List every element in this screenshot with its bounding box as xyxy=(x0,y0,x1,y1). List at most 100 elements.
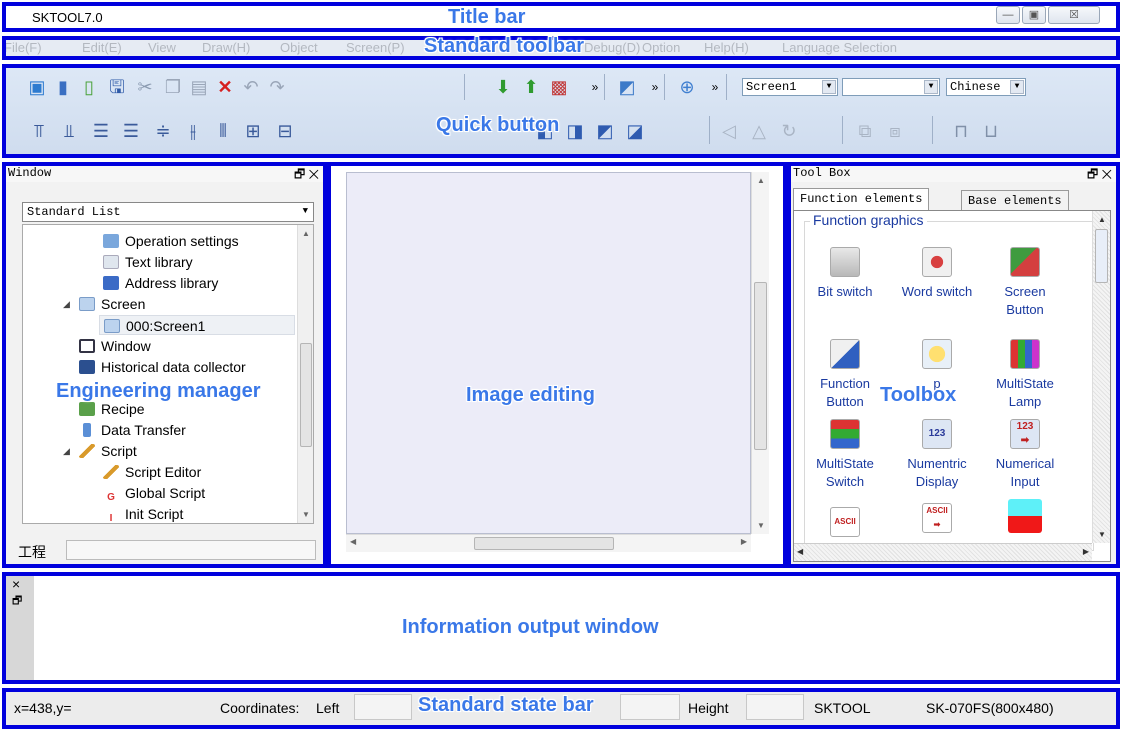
scroll-thumb[interactable] xyxy=(474,537,614,550)
project-tab[interactable]: 工程 xyxy=(18,542,46,562)
expand-icon[interactable]: ◢ xyxy=(63,294,70,314)
center-horizontal-icon[interactable]: ⫲ xyxy=(182,120,204,142)
language-select[interactable]: Chinese ▼ xyxy=(946,78,1026,96)
scroll-thumb[interactable] xyxy=(1095,229,1108,283)
tree-item[interactable]: Operation settings xyxy=(103,231,239,251)
tool-bit-switch[interactable]: Bit switch xyxy=(804,247,886,301)
copy-icon[interactable]: ❐ xyxy=(162,76,184,98)
blank-select[interactable]: ▼ xyxy=(842,78,940,96)
menu-help[interactable]: Help(H) xyxy=(704,40,749,55)
menu-draw[interactable]: Draw(H) xyxy=(202,40,250,55)
tree-scrollbar[interactable]: ▲ ▼ xyxy=(297,225,313,523)
rotate-icon[interactable]: ↻ xyxy=(778,120,800,142)
menu-language[interactable]: Language Selection xyxy=(782,40,897,55)
tool-function-button[interactable]: Function Button xyxy=(804,339,886,411)
toolbox-vscroll[interactable]: ▲ ▼ xyxy=(1092,211,1110,543)
tool-ascii-display[interactable]: ASCII xyxy=(804,507,886,543)
paste-icon[interactable]: ▤ xyxy=(188,76,210,98)
pin-icon[interactable]: 🗗 xyxy=(294,167,305,181)
distribute-h-icon[interactable]: ⫴ xyxy=(212,120,234,142)
close-icon[interactable]: ✕ xyxy=(1102,167,1112,181)
scroll-down-icon[interactable]: ▼ xyxy=(1098,530,1106,539)
tree-item[interactable]: Historical data collector xyxy=(79,357,246,377)
tree-item[interactable]: Text library xyxy=(103,252,193,272)
delete-icon[interactable]: ✕ xyxy=(214,76,236,98)
tool-word-switch[interactable]: Word switch xyxy=(896,247,978,301)
save-icon[interactable]: 🖫 xyxy=(106,76,128,98)
editor-vscroll[interactable]: ▲ ▼ xyxy=(751,172,769,534)
zoom-icon[interactable]: ⊕ xyxy=(676,76,698,98)
tree-item[interactable]: Script Editor xyxy=(103,462,201,482)
group-icon[interactable]: ⧉ xyxy=(854,120,876,142)
scroll-left-icon[interactable]: ◀ xyxy=(350,537,356,546)
menu-edit[interactable]: Edit(E) xyxy=(82,40,122,55)
scroll-up-icon[interactable]: ▲ xyxy=(1098,215,1106,224)
screen-canvas[interactable] xyxy=(346,172,751,534)
ungroup-icon[interactable]: ⧈ xyxy=(884,120,906,142)
tree-item[interactable]: Address library xyxy=(103,273,218,293)
open-icon[interactable]: ▮ xyxy=(52,76,74,98)
tree-item-selected[interactable]: 000:Screen1 xyxy=(99,315,295,335)
new-project-icon[interactable]: ▣ xyxy=(26,76,48,98)
overflow-icon[interactable]: » xyxy=(584,76,606,98)
scroll-thumb[interactable] xyxy=(754,282,767,450)
menu-file[interactable]: File(F) xyxy=(4,40,42,55)
tool-multistate-lamp[interactable]: MultiState Lamp xyxy=(984,339,1066,411)
scroll-thumb[interactable] xyxy=(300,343,312,447)
redo-icon[interactable]: ↷ xyxy=(266,76,288,98)
restore-button[interactable]: ▣ xyxy=(1022,6,1046,24)
menu-view[interactable]: View xyxy=(148,40,176,55)
tree-item[interactable]: Window xyxy=(79,336,151,356)
tree-item[interactable]: ◢ Screen xyxy=(63,294,145,314)
pin-icon[interactable]: 🗗 xyxy=(1087,167,1098,181)
minimize-button[interactable]: — xyxy=(996,6,1020,24)
tree-item[interactable]: ◢ Script xyxy=(63,441,137,461)
center-vertical-icon[interactable]: ≑ xyxy=(152,120,174,142)
overflow-icon-2[interactable]: » xyxy=(644,76,666,98)
scroll-down-icon[interactable]: ▼ xyxy=(302,510,310,519)
align-right-icon[interactable]: ☰ xyxy=(120,120,142,142)
screen-select[interactable]: Screen1 ▼ xyxy=(742,78,838,96)
tab-function-elements[interactable]: Function elements xyxy=(793,188,930,210)
menu-screen[interactable]: Screen(P) xyxy=(346,40,405,55)
upload-icon[interactable]: ⬆ xyxy=(520,76,542,98)
tab-base-elements[interactable]: Base elements xyxy=(961,190,1069,212)
scroll-down-icon[interactable]: ▼ xyxy=(757,521,765,530)
backward-icon[interactable]: ◪ xyxy=(624,120,646,142)
flip-v-icon[interactable]: △ xyxy=(748,120,770,142)
scroll-up-icon[interactable]: ▲ xyxy=(757,176,765,185)
scroll-up-icon[interactable]: ▲ xyxy=(302,229,310,238)
tool-numeric-input[interactable]: 123 ➡ Numerical Input xyxy=(984,419,1066,491)
tool-multistate-switch[interactable]: MultiState Switch xyxy=(804,419,886,491)
compile-icon[interactable]: ◩ xyxy=(616,76,638,98)
distribute-v-icon[interactable]: ⊞ xyxy=(242,120,264,142)
send-back-icon[interactable]: ◨ xyxy=(564,120,586,142)
simulate-icon[interactable]: ▩ xyxy=(548,76,570,98)
download-icon[interactable]: ⬇ xyxy=(492,76,514,98)
lock-icon[interactable]: ⊓ xyxy=(950,120,972,142)
tree-item[interactable]: Data Transfer xyxy=(79,420,186,440)
pin-icon[interactable]: 🗗 xyxy=(12,592,22,611)
toolbox-hscroll[interactable]: ◀ ▶ xyxy=(794,543,1092,561)
align-top-icon[interactable]: ⫪ xyxy=(28,120,50,142)
unlock-icon[interactable]: ⊔ xyxy=(980,120,1002,142)
flip-h-icon[interactable]: ◁ xyxy=(718,120,740,142)
scroll-right-icon[interactable]: ▶ xyxy=(1083,547,1089,556)
menu-option[interactable]: Option xyxy=(642,40,680,55)
close-icon[interactable]: ✕ xyxy=(309,167,319,181)
scroll-left-icon[interactable]: ◀ xyxy=(797,547,803,556)
tree-item[interactable]: G Global Script xyxy=(103,483,205,503)
tool-ascii-input[interactable]: ASCII ➡ xyxy=(896,503,978,539)
tree-item[interactable]: I Init Script xyxy=(103,504,184,523)
same-size-icon[interactable]: ⊟ xyxy=(274,120,296,142)
close-icon[interactable]: × xyxy=(12,576,20,592)
cut-icon[interactable]: ✂ xyxy=(134,76,156,98)
editor-hscroll[interactable]: ◀ ▶ xyxy=(346,534,751,552)
project-tree[interactable]: Operation settings Text library Address … xyxy=(22,224,314,524)
align-left-icon[interactable]: ☰ xyxy=(90,120,112,142)
tool-numeric-display[interactable]: 123 Numentric Display xyxy=(896,419,978,491)
forward-icon[interactable]: ◩ xyxy=(594,120,616,142)
new-screen-icon[interactable]: ▯ xyxy=(78,76,100,98)
menu-object[interactable]: Object xyxy=(280,40,318,55)
tool-screen-button[interactable]: Screen Button xyxy=(984,247,1066,319)
